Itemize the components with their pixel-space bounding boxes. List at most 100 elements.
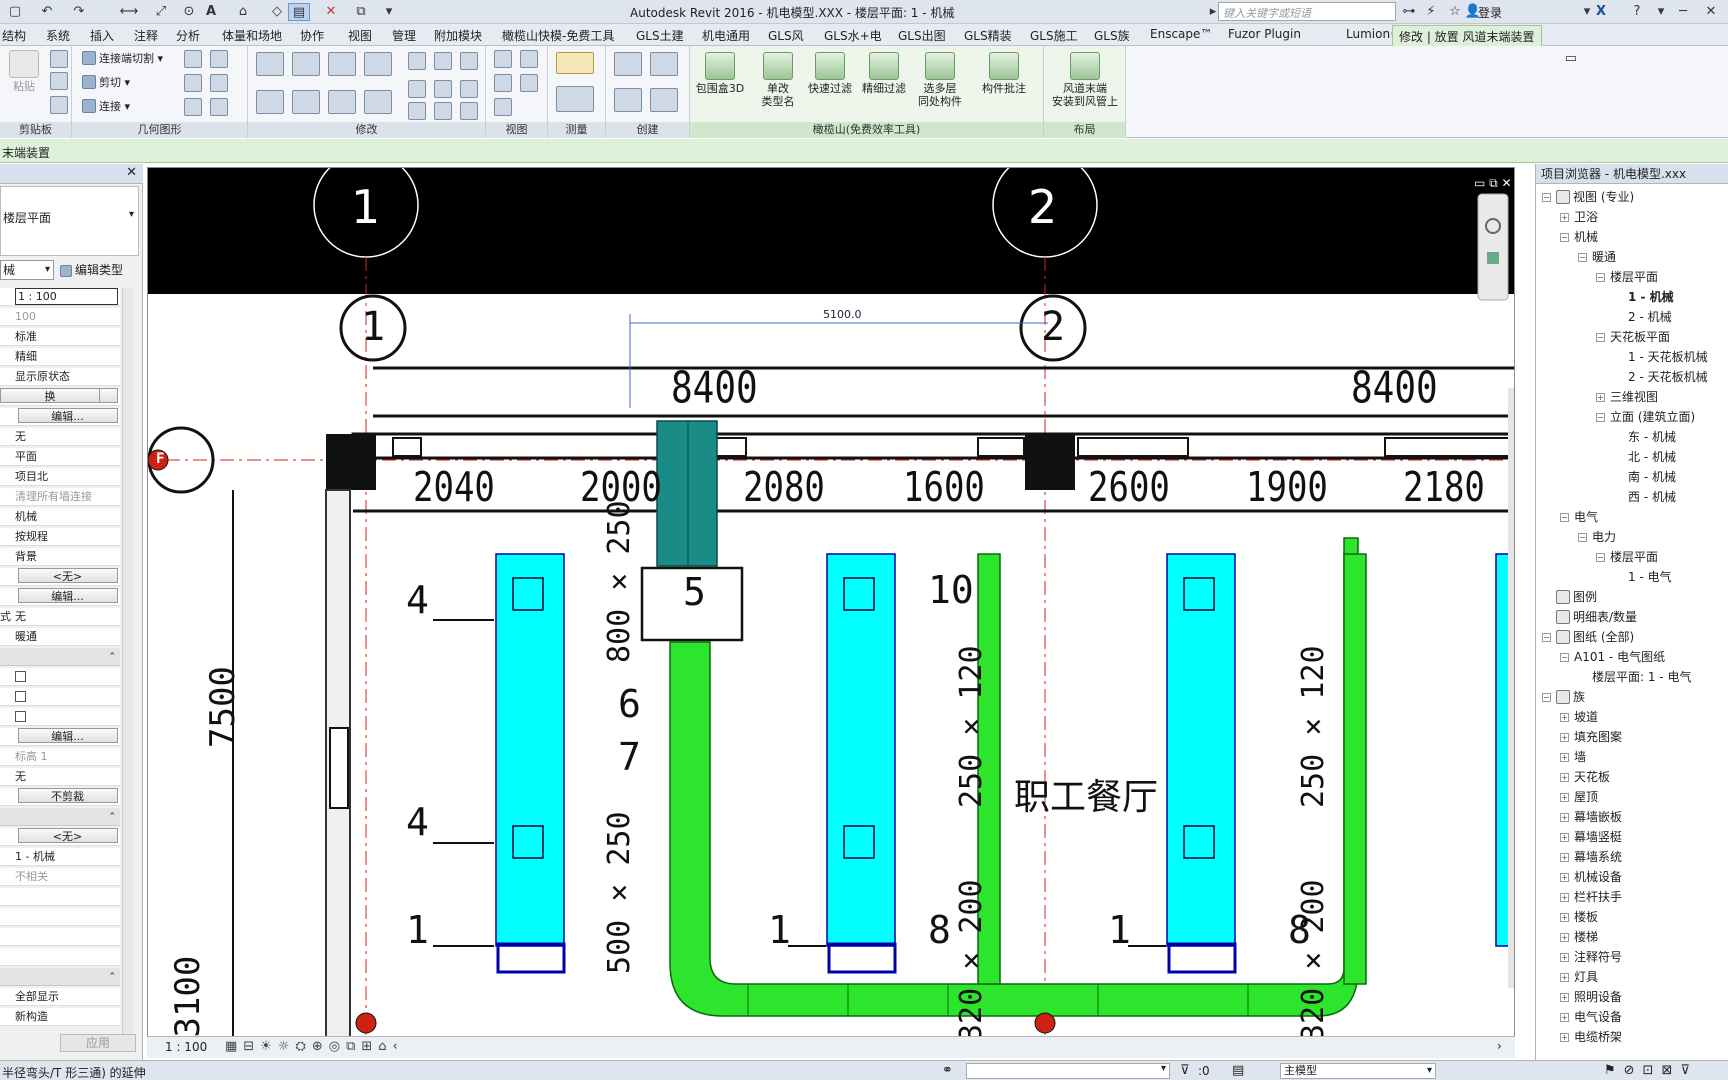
tab-8[interactable]: 管理	[392, 27, 416, 44]
rotate-icon[interactable]	[328, 90, 356, 114]
trim-extend-icon[interactable]	[364, 90, 392, 114]
equipment-tag[interactable]: 7	[618, 735, 641, 779]
browser-node[interactable]: + 墙	[1560, 748, 1586, 767]
expand-icon[interactable]: +	[1560, 953, 1569, 962]
property-checkbox[interactable]	[15, 711, 26, 722]
glsq-button-4[interactable]: 选多层 同处构件	[912, 52, 968, 108]
tab-13[interactable]: GLS风	[768, 27, 804, 44]
browser-node[interactable]: − 天花板平面	[1596, 328, 1670, 347]
mirror-draw-icon[interactable]	[364, 52, 392, 76]
design-option-dropdown[interactable]: 主模型 ▾	[1280, 1063, 1436, 1079]
customize-qat-icon[interactable]: ▾	[378, 3, 400, 21]
browser-node[interactable]: − 电气	[1560, 508, 1598, 527]
override-icon[interactable]	[520, 50, 538, 68]
array-icon[interactable]	[408, 80, 426, 98]
property-row[interactable]	[0, 708, 120, 726]
view-scale-input[interactable]: 1 : 100	[0, 288, 120, 306]
browser-node[interactable]: 明细表/数量	[1542, 608, 1637, 627]
design-options-icon[interactable]: ▤	[1232, 1063, 1244, 1078]
collapse-icon[interactable]: −	[1560, 513, 1569, 522]
expand-icon[interactable]: +	[1560, 1033, 1569, 1042]
browser-node[interactable]: + 三维视图	[1596, 388, 1658, 407]
delete-icon[interactable]	[460, 102, 478, 120]
tab-4[interactable]: 分析	[176, 27, 200, 44]
property-row[interactable]: 不剪裁	[0, 788, 120, 806]
property-checkbox[interactable]	[15, 691, 26, 702]
create-group-icon[interactable]	[614, 88, 642, 112]
equipment-tag[interactable]: 4	[406, 800, 429, 844]
apply-button[interactable]: 应用	[60, 1034, 136, 1052]
browser-node[interactable]: 西 - 机械	[1614, 488, 1676, 507]
workset-dropdown[interactable]: ▾	[966, 1063, 1170, 1079]
beam-join-icon[interactable]	[184, 98, 202, 116]
cut-button[interactable]: 剪切 ▾	[82, 74, 130, 90]
green-branch-duct[interactable]	[1343, 553, 1367, 985]
section-icon[interactable]: ◇	[266, 3, 288, 21]
browser-node[interactable]: − 机械	[1560, 228, 1598, 247]
property-row[interactable]: 换编辑...	[0, 388, 120, 406]
browser-node[interactable]: + 电缆桥架	[1560, 1028, 1622, 1047]
expand-icon[interactable]: +	[1560, 813, 1569, 822]
expand-icon[interactable]: +	[1560, 753, 1569, 762]
tab-12[interactable]: 机电通用	[702, 27, 750, 44]
collapse-icon[interactable]: ⌃	[108, 648, 116, 665]
collapse-icon[interactable]: −	[1596, 413, 1605, 422]
view-control-icons[interactable]: ▦⊟☀☼⛭⊕◎⧉⊞⌂‹	[225, 1039, 404, 1054]
collapse-icon[interactable]: −	[1578, 253, 1587, 262]
trim-icon[interactable]	[408, 102, 426, 120]
join-cut-button[interactable]: 连接端切割 ▾	[82, 50, 163, 66]
browser-node[interactable]: − 立面 (建筑立面)	[1596, 408, 1695, 427]
browser-node[interactable]: + 机械设备	[1560, 868, 1622, 887]
tab-11[interactable]: GLS土建	[636, 27, 684, 44]
paste-button[interactable]: 粘贴	[6, 50, 42, 93]
close-icon[interactable]: ✕	[1700, 3, 1722, 21]
property-row[interactable]	[0, 688, 120, 706]
browser-node[interactable]: + 坡道	[1560, 708, 1598, 727]
tab-19[interactable]: Enscape™	[1150, 27, 1212, 41]
equipment-tag[interactable]: 8	[928, 908, 951, 952]
properties-scrollbar[interactable]	[122, 288, 134, 1048]
edit-button[interactable]: <无>	[17, 828, 118, 843]
browser-node[interactable]: + 卫浴	[1560, 208, 1598, 227]
expand-icon[interactable]: +	[1560, 713, 1569, 722]
browser-node[interactable]: 2 - 机械	[1614, 308, 1672, 327]
dimension-icon[interactable]: ⤢	[150, 3, 172, 21]
collapse-icon[interactable]: ⌃	[108, 808, 116, 825]
grid-label-1[interactable]: 1	[351, 180, 380, 234]
browser-node[interactable]: + 注释符号	[1560, 948, 1622, 967]
air-unit-3[interactable]	[1166, 553, 1236, 947]
unpin-icon[interactable]	[460, 80, 478, 98]
ribbon-minimize-icon[interactable]: ▭	[1560, 50, 1582, 68]
binoculars-icon[interactable]: ⊶	[1398, 3, 1420, 21]
minimize-icon[interactable]: ─	[1672, 3, 1694, 21]
browser-node[interactable]: + 楼板	[1560, 908, 1598, 927]
tab-9[interactable]: 附加模块	[434, 27, 482, 44]
wall-joins-icon[interactable]	[184, 74, 202, 92]
extend-icon[interactable]	[434, 102, 452, 120]
collapse-icon[interactable]: −	[1542, 193, 1551, 202]
tab-7[interactable]: 视图	[348, 27, 372, 44]
browser-node[interactable]: + 楼梯	[1560, 928, 1598, 947]
expand-icon[interactable]: +	[1560, 793, 1569, 802]
thin-lines-icon[interactable]: ▤	[288, 3, 310, 21]
undo-icon[interactable]: ↶	[36, 3, 58, 21]
glsq-button-5[interactable]: 构件批注	[976, 52, 1032, 95]
property-row[interactable]: 编辑...	[0, 588, 120, 606]
equipment-tag[interactable]: 1	[406, 908, 429, 952]
text-icon[interactable]: A	[200, 3, 222, 21]
selection-toggle-icons[interactable]: ⚑⊘⊡⊠⊽	[1604, 1063, 1698, 1078]
browser-node[interactable]: 1 - 机械	[1614, 288, 1674, 307]
tab-16[interactable]: GLS精装	[964, 27, 1012, 44]
measure-between-icon[interactable]	[556, 52, 594, 74]
duct-800x250[interactable]	[656, 420, 718, 567]
wrench-icon[interactable]	[210, 98, 228, 116]
tab-18[interactable]: GLS族	[1094, 27, 1130, 44]
tab-0[interactable]: 结构	[2, 27, 26, 44]
tab-3[interactable]: 注释	[134, 27, 158, 44]
3d-view-icon[interactable]: ⌂	[232, 3, 254, 21]
view-scale[interactable]: 1 : 100	[165, 1040, 207, 1054]
browser-node[interactable]: 1 - 天花板机械	[1614, 348, 1708, 367]
measure-icon[interactable]: ⟷	[118, 3, 140, 21]
aligned-dimension-icon[interactable]	[556, 86, 594, 112]
browser-node[interactable]: + 幕墙系统	[1560, 848, 1622, 867]
